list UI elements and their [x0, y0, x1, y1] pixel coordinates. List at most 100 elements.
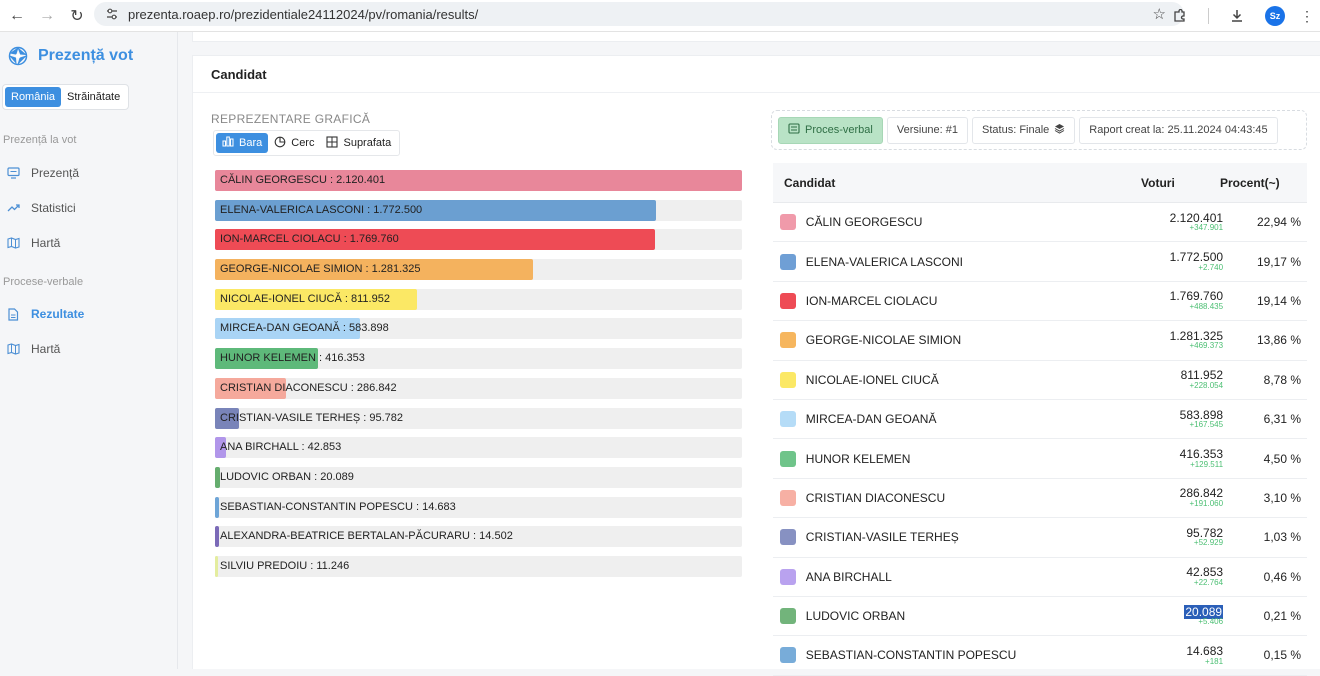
reload-icon[interactable]: ↻	[62, 1, 92, 31]
votes-cell: 42.853 +22.764	[1125, 566, 1223, 587]
results-card: Candidat REPREZENTARE GRAFICĂ Bara Cerc …	[192, 55, 1320, 676]
trend-icon	[6, 201, 20, 215]
bar-row[interactable]: LUDOVIC ORBAN : 20.089	[215, 466, 742, 488]
sidebar-item-label: Hartă	[31, 342, 61, 356]
votes-cell: 95.782 +52.929	[1125, 527, 1223, 548]
bar-row[interactable]: NICOLAE-IONEL CIUCĂ : 811.952	[215, 288, 742, 310]
bar-label: ANA BIRCHALL : 42.853	[220, 441, 342, 454]
document-icon	[6, 307, 20, 321]
color-swatch	[780, 214, 796, 231]
candidate-name: ANA BIRCHALL	[805, 569, 892, 584]
bar-row[interactable]: CRISTIAN-VASILE TERHEȘ : 95.782	[215, 407, 742, 429]
brand[interactable]: Prezență vot	[8, 46, 133, 66]
votes-delta: +181	[1205, 656, 1224, 666]
table-row[interactable]: CĂLIN GEORGESCU 2.120.401 +347.901 22,94 %	[773, 203, 1307, 243]
candidate-name: ELENA-VALERICA LASCONI	[805, 254, 963, 269]
bar-row[interactable]: SEBASTIAN-CONSTANTIN POPESCU : 14.683	[215, 496, 742, 518]
table-row[interactable]: LUDOVIC ORBAN 20.089 +5.406 0,21 %	[773, 597, 1307, 637]
header-voturi[interactable]: Voturi	[1130, 176, 1220, 190]
menu-icon[interactable]: ⋮	[1294, 0, 1320, 32]
chart-section-label: REPREZENTARE GRAFICĂ	[211, 112, 371, 126]
tab-suprafata[interactable]: Suprafata	[320, 133, 397, 153]
address-bar[interactable]: prezenta.roaep.ro/prezidentiale24112024/…	[94, 2, 1184, 26]
table-row[interactable]: ION-MARCEL CIOLACU 1.769.760 +488.435 19,14…	[773, 282, 1307, 322]
tab-label: Cerc	[291, 137, 315, 149]
percent-cell: 19,17 %	[1256, 254, 1301, 269]
table-row[interactable]: CRISTIAN DIACONESCU 286.842 +191.060 3,10 %	[773, 479, 1307, 519]
bar-label: LUDOVIC ORBAN : 20.089	[220, 470, 354, 483]
votes-delta: +347.901	[1189, 223, 1224, 233]
color-swatch	[780, 647, 796, 664]
table-row[interactable]: NICOLAE-IONEL CIUCĂ 811.952 +228.054 8,78 %	[773, 361, 1307, 400]
profile-button[interactable]: Sz	[1256, 0, 1294, 32]
tab-bara[interactable]: Bara	[216, 133, 269, 153]
bar-row[interactable]: ELENA-VALERICA LASCONI : 1.772.500	[215, 199, 742, 221]
table-row[interactable]: SEBASTIAN-CONSTANTIN POPESCU 14.683 +181 0,…	[773, 636, 1307, 676]
bar	[215, 496, 219, 518]
votes-value: 416.353	[1179, 447, 1224, 462]
table-row[interactable]: GEORGE-NICOLAE SIMION 1.281.325 +469.373 13…	[773, 321, 1307, 361]
proces-verbal-button[interactable]: Proces-verbal	[778, 116, 883, 144]
color-swatch	[780, 529, 796, 546]
toggle-strainatate[interactable]: Străinătate	[61, 87, 126, 107]
table-row[interactable]: MIRCEA-DAN GEOANĂ 583.898 +167.545 6,31 %	[773, 400, 1307, 440]
header-candidat[interactable]: Candidat	[773, 176, 1130, 190]
votes-delta: +52.929	[1193, 538, 1224, 548]
color-swatch	[780, 371, 796, 388]
percent-cell: 6,31 %	[1263, 412, 1301, 427]
table-row[interactable]: HUNOR KELEMEN 416.353 +129.511 4,50 %	[773, 439, 1307, 479]
bar-label: ALEXANDRA-BEATRICE BERTALAN-PĂCURARU : 1…	[220, 530, 513, 543]
percent-cell: 0,21 %	[1263, 609, 1301, 624]
section-label-procese: Procese-verbale	[3, 276, 84, 288]
sidebar-item-harta-prezenta[interactable]: Hartă	[6, 236, 60, 250]
download-icon[interactable]	[1218, 0, 1256, 32]
sidebar-item-label: Hartă	[31, 236, 61, 250]
bar-row[interactable]: CĂLIN GEORGESCU : 2.120.401	[215, 170, 742, 191]
sidebar-item-harta-pv[interactable]: Hartă	[6, 342, 60, 356]
chip-label: Proces-verbal	[805, 124, 873, 136]
card-title: Candidat	[211, 67, 267, 82]
document-icon	[788, 123, 800, 137]
bar-row[interactable]: SILVIU PREDOIU : 11.246	[215, 555, 742, 577]
pie-chart-icon	[274, 136, 286, 151]
table-body: CĂLIN GEORGESCU 2.120.401 +347.901 22,94 % E…	[773, 203, 1307, 676]
votes-cell: 1.281.325 +469.373	[1125, 330, 1223, 351]
bar-row[interactable]: ION-MARCEL CIOLACU : 1.769.760	[215, 229, 742, 251]
back-icon[interactable]: ←	[2, 1, 32, 31]
votes-delta: +2.740	[1198, 262, 1224, 272]
extensions-icon[interactable]	[1160, 0, 1198, 32]
votes-cell: 811.952 +228.054	[1125, 369, 1224, 390]
bar-row[interactable]: MIRCEA-DAN GEOANĂ : 583.898	[215, 318, 742, 340]
bar-row[interactable]: HUNOR KELEMEN : 416.353	[215, 348, 742, 370]
map-icon	[6, 342, 20, 356]
sidebar-item-rezultate[interactable]: Rezultate	[6, 307, 84, 321]
bar-row[interactable]: ALEXANDRA-BEATRICE BERTALAN-PĂCURARU : 1…	[215, 526, 742, 548]
tab-cerc[interactable]: Cerc	[268, 133, 320, 153]
header-procent[interactable]: Procent(~)	[1220, 176, 1307, 190]
forward-icon[interactable]: →	[32, 1, 62, 31]
sidebar-item-label: Prezență	[31, 166, 80, 180]
site-info-icon[interactable]	[104, 6, 120, 22]
version-chip: Versiune: #1	[886, 116, 969, 144]
bar-row[interactable]: ANA BIRCHALL : 42.853	[215, 437, 742, 459]
candidate-name: HUNOR KELEMEN	[805, 451, 911, 466]
region-toggle: România Străinătate	[2, 84, 130, 110]
avatar[interactable]: Sz	[1265, 6, 1285, 26]
candidate-name: SEBASTIAN-CONSTANTIN POPESCU	[805, 648, 1017, 663]
table-row[interactable]: CRISTIAN-VASILE TERHEȘ 95.782 +52.929 1,03 …	[773, 518, 1307, 558]
color-swatch	[780, 292, 796, 309]
table-row[interactable]: ELENA-VALERICA LASCONI 1.772.500 +2.740 19,…	[773, 242, 1307, 282]
votes-delta: +5.406	[1198, 617, 1224, 627]
sidebar-item-label: Rezultate	[31, 307, 85, 321]
top-card-strip	[192, 32, 1320, 42]
toggle-romania[interactable]: România	[5, 87, 62, 107]
url-text[interactable]: prezenta.roaep.ro/prezidentiale24112024/…	[128, 7, 478, 22]
table-row[interactable]: ANA BIRCHALL 42.853 +22.764 0,46 %	[773, 558, 1307, 597]
bar-row[interactable]: CRISTIAN DIACONESCU : 286.842	[215, 377, 742, 399]
color-swatch	[780, 450, 796, 467]
sidebar-item-statistici[interactable]: Statistici	[6, 201, 76, 215]
percent-cell: 8,78 %	[1263, 372, 1301, 387]
sidebar-item-prezenta[interactable]: Prezență	[6, 166, 79, 180]
percent-cell: 22,94 %	[1256, 215, 1301, 230]
bar-row[interactable]: GEORGE-NICOLAE SIMION : 1.281.325	[215, 259, 742, 281]
